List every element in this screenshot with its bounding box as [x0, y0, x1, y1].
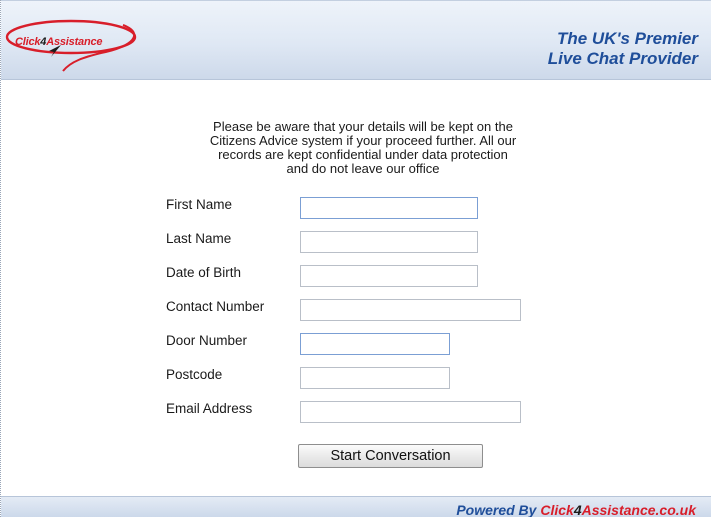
date-of-birth-label: Date of Birth [166, 265, 242, 280]
footer-brand-number: 4 [573, 502, 582, 517]
privacy-notice: Please be aware that your details will b… [151, 120, 575, 176]
postcode-label: Postcode [166, 367, 223, 382]
logo-brand-prefix: Click [15, 36, 41, 48]
email-address-label: Email Address [166, 401, 253, 416]
notice-line4: and do not leave our office [286, 161, 440, 176]
notice-line3: records are kept confidential under data… [218, 147, 508, 162]
footer-brand-link[interactable]: Click4Assistance.co.uk [540, 502, 696, 517]
powered-by-text: Powered By Click4Assistance.co.uk [456, 502, 696, 517]
contact-number-label: Contact Number [166, 299, 265, 314]
tagline: The UK's Premier Live Chat Provider [548, 29, 698, 69]
chat-prechat-page: Click4Assistance The UK's Premier Live C… [0, 0, 711, 517]
first-name-label: First Name [166, 197, 233, 212]
click4assistance-logo: Click4Assistance [5, 15, 155, 75]
last-name-label: Last Name [166, 231, 232, 246]
footer-brand-prefix: Click [540, 502, 574, 517]
powered-by-prefix: Powered By [456, 502, 541, 517]
footer-bar: Powered By Click4Assistance.co.uk [1, 496, 711, 517]
first-name-field[interactable] [300, 197, 478, 219]
door-number-label: Door Number [166, 333, 248, 348]
tagline-line2: Live Chat Provider [547, 49, 698, 68]
header-banner: Click4Assistance The UK's Premier Live C… [1, 0, 711, 80]
tagline-line1: The UK's Premier [556, 29, 698, 48]
postcode-field[interactable] [300, 367, 450, 389]
logo-text: Click4Assistance [15, 36, 103, 48]
email-address-field[interactable] [300, 401, 521, 423]
footer-brand-suffix: Assistance.co.uk [581, 502, 696, 517]
contact-number-field[interactable] [300, 299, 521, 321]
date-of-birth-field[interactable] [300, 265, 478, 287]
notice-line1: Please be aware that your details will b… [213, 119, 513, 134]
start-conversation-button[interactable]: Start Conversation [298, 444, 483, 468]
notice-line2: Citizens Advice system if your proceed f… [209, 133, 517, 148]
last-name-field[interactable] [300, 231, 478, 253]
door-number-field[interactable] [300, 333, 450, 355]
logo-brand-suffix: Assistance [46, 36, 103, 48]
